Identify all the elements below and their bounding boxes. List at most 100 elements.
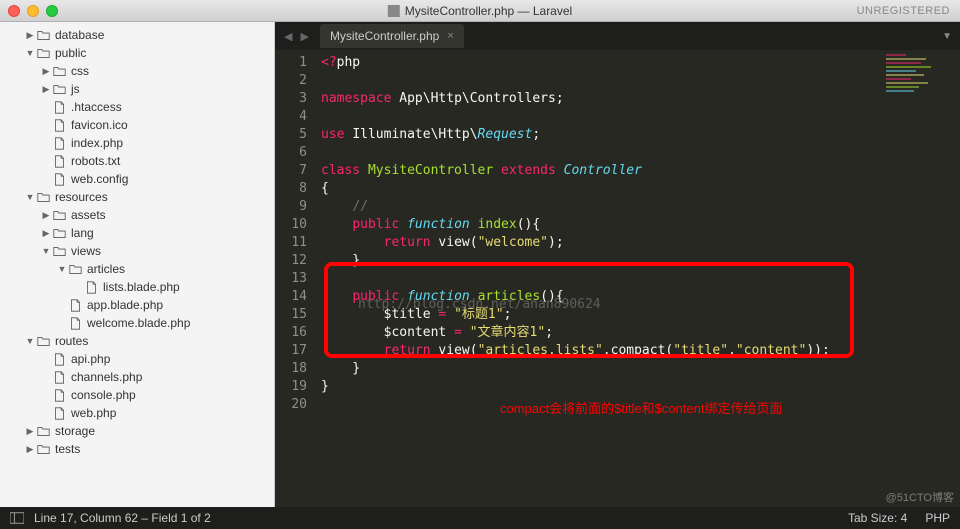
- folder-icon: [68, 263, 83, 276]
- tree-item-label: storage: [55, 424, 95, 438]
- tree-item[interactable]: welcome.blade.php: [0, 314, 274, 332]
- file-icon: [68, 299, 83, 312]
- nav-back-icon[interactable]: ◀: [281, 28, 295, 45]
- folder-icon: [52, 83, 67, 96]
- corner-watermark: @51CTO博客: [886, 489, 954, 505]
- arrow-down-icon[interactable]: ▼: [24, 336, 36, 346]
- arrow-right-icon[interactable]: ▶: [40, 84, 52, 95]
- titlebar: MysiteController.php — Laravel UNREGISTE…: [0, 0, 960, 22]
- tree-item-label: assets: [71, 208, 106, 222]
- folder-icon: [52, 209, 67, 222]
- tree-item-label: views: [71, 244, 101, 258]
- arrow-down-icon[interactable]: ▼: [56, 264, 68, 274]
- arrow-right-icon[interactable]: ▶: [24, 426, 36, 437]
- panel-icon[interactable]: [10, 512, 24, 524]
- editor-pane: ◀ ▶ MysiteController.php × ▼ 12345678910…: [275, 22, 960, 507]
- tree-item[interactable]: ▼articles: [0, 260, 274, 278]
- tree-item-label: robots.txt: [71, 154, 120, 168]
- tree-item[interactable]: ▼ views: [0, 242, 274, 260]
- tree-item-label: web.config: [71, 172, 128, 186]
- tab-dropdown-icon[interactable]: ▼: [942, 31, 952, 42]
- tab-active[interactable]: MysiteController.php ×: [320, 24, 464, 48]
- tree-item-label: index.php: [71, 136, 123, 150]
- tree-item[interactable]: ▶ css: [0, 62, 274, 80]
- arrow-down-icon[interactable]: ▼: [24, 192, 36, 202]
- arrow-right-icon[interactable]: ▶: [24, 444, 36, 455]
- arrow-down-icon[interactable]: ▼: [24, 48, 36, 58]
- tree-item[interactable]: ▶ js: [0, 80, 274, 98]
- tree-item-label: app.blade.php: [87, 298, 163, 312]
- tree-item-label: database: [55, 28, 104, 42]
- tree-item[interactable]: .htaccess: [0, 98, 274, 116]
- file-icon: [52, 407, 67, 420]
- cursor-position[interactable]: Line 17, Column 62 – Field 1 of 2: [34, 511, 211, 525]
- tree-item[interactable]: lists.blade.php: [0, 278, 274, 296]
- tree-item-label: css: [71, 64, 89, 78]
- maximize-icon[interactable]: [46, 5, 58, 17]
- tree-item-label: welcome.blade.php: [87, 316, 190, 330]
- tab-label: MysiteController.php: [330, 29, 439, 43]
- folder-icon: [36, 191, 51, 204]
- annotation-text: compact会将前面的$title和$content绑定传给页面: [500, 398, 782, 417]
- tree-item[interactable]: ▶lang: [0, 224, 274, 242]
- folder-icon: [36, 443, 51, 456]
- folder-icon: [52, 227, 67, 240]
- tree-item[interactable]: web.php: [0, 404, 274, 422]
- tree-item-label: public: [55, 46, 86, 60]
- folder-icon: [36, 47, 51, 60]
- unregistered-label: UNREGISTERED: [857, 5, 950, 17]
- arrow-right-icon[interactable]: ▶: [40, 228, 52, 239]
- tree-item-label: .htaccess: [71, 100, 122, 114]
- tree-item[interactable]: ▶ database: [0, 26, 274, 44]
- arrow-right-icon[interactable]: ▶: [24, 30, 36, 41]
- tree-item[interactable]: favicon.ico: [0, 116, 274, 134]
- tree-item-label: api.php: [71, 352, 110, 366]
- tree-item[interactable]: ▶ tests: [0, 440, 274, 458]
- file-icon: [52, 155, 67, 168]
- code-content[interactable]: <?php namespace App\Http\Controllers; us…: [315, 50, 960, 507]
- tree-item[interactable]: ▼routes: [0, 332, 274, 350]
- tree-item-label: tests: [55, 442, 80, 456]
- file-icon: [68, 317, 83, 330]
- nav-forward-icon[interactable]: ▶: [297, 28, 311, 45]
- file-icon: [52, 371, 67, 384]
- window-controls: [8, 5, 58, 17]
- tree-item[interactable]: channels.php: [0, 368, 274, 386]
- sidebar[interactable]: ▶database▼public▶css▶js.htaccessfavicon.…: [0, 22, 275, 507]
- tree-item[interactable]: app.blade.php: [0, 296, 274, 314]
- main-area: ▶database▼public▶css▶js.htaccessfavicon.…: [0, 22, 960, 507]
- arrow-down-icon[interactable]: ▼: [40, 246, 52, 256]
- minimize-icon[interactable]: [27, 5, 39, 17]
- close-icon[interactable]: ×: [447, 30, 453, 42]
- tree-item[interactable]: ▶ assets: [0, 206, 274, 224]
- tree-item[interactable]: console.php: [0, 386, 274, 404]
- arrow-right-icon[interactable]: ▶: [40, 66, 52, 77]
- tree-item-label: web.php: [71, 406, 116, 420]
- syntax-mode[interactable]: PHP: [925, 511, 950, 525]
- code-area[interactable]: 1234567891011121314151617181920 <?php na…: [275, 50, 960, 507]
- file-icon: [52, 119, 67, 132]
- tab-size[interactable]: Tab Size: 4: [848, 511, 907, 525]
- tree-item[interactable]: ▶ storage: [0, 422, 274, 440]
- minimap[interactable]: [886, 54, 946, 124]
- close-icon[interactable]: [8, 5, 20, 17]
- tree-item[interactable]: web.config: [0, 170, 274, 188]
- folder-icon: [36, 335, 51, 348]
- file-icon: [52, 137, 67, 150]
- tab-nav: ◀ ▶: [281, 28, 312, 45]
- folder-icon: [36, 29, 51, 42]
- file-icon: [52, 353, 67, 366]
- tree-item-label: js: [71, 82, 80, 96]
- tree-item[interactable]: index.php: [0, 134, 274, 152]
- window-title: MysiteController.php — Laravel: [388, 4, 572, 18]
- tree-item[interactable]: ▼resources: [0, 188, 274, 206]
- tree-item-label: favicon.ico: [71, 118, 128, 132]
- tree-item[interactable]: api.php: [0, 350, 274, 368]
- tree-item[interactable]: robots.txt: [0, 152, 274, 170]
- file-icon: [52, 173, 67, 186]
- tree-item-label: channels.php: [71, 370, 142, 384]
- line-gutter: 1234567891011121314151617181920: [275, 50, 315, 507]
- arrow-right-icon[interactable]: ▶: [40, 210, 52, 221]
- tree-item[interactable]: ▼ public: [0, 44, 274, 62]
- file-icon: [52, 389, 67, 402]
